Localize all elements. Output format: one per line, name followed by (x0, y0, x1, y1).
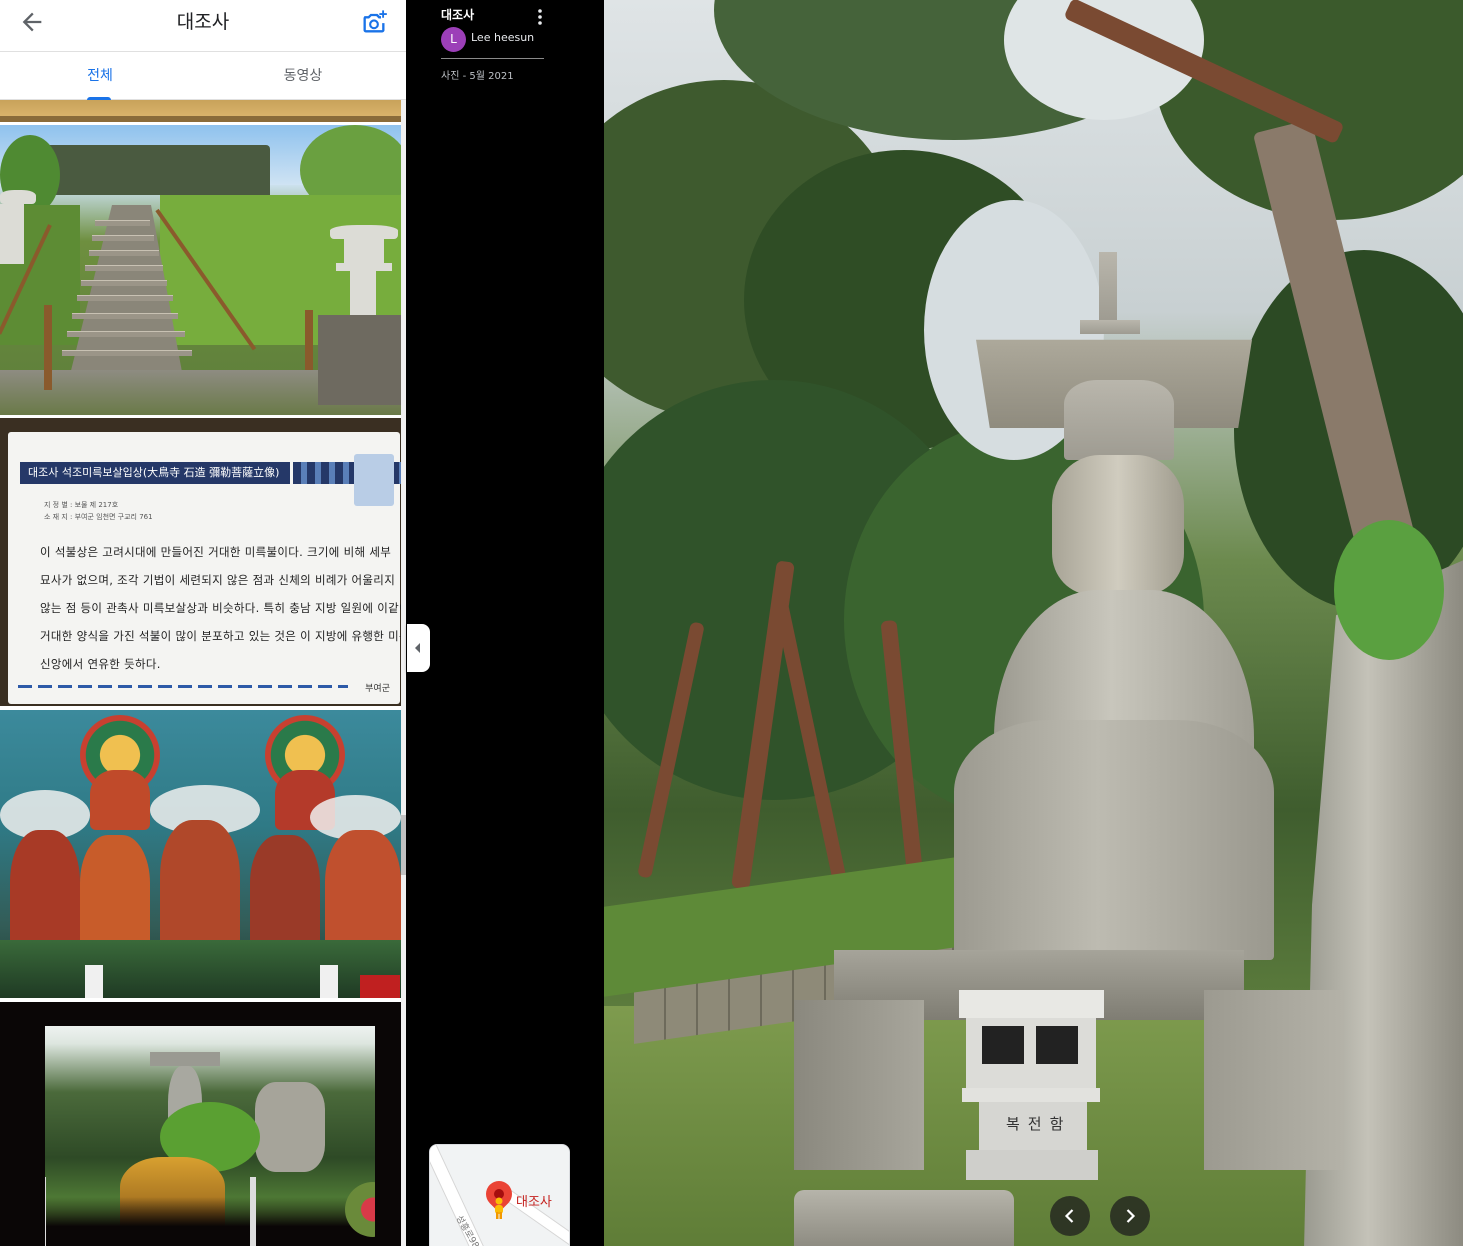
road-label: 성흥로98 (453, 1214, 481, 1246)
tab-all[interactable]: 전체 (0, 52, 200, 100)
sign-text-line: 거대한 양식을 가진 석불이 많이 분포하고 있는 것은 이 지방에 유행한 미… (40, 629, 401, 643)
tab-videos[interactable]: 동영상 (203, 52, 403, 100)
add-photo-icon[interactable] (360, 8, 388, 36)
gallery-tabs: 전체 동영상 (0, 52, 406, 100)
caret-left-icon (415, 643, 420, 653)
photo-date: 사진 - 5월 2021 (441, 71, 514, 82)
sign-text-line: 않는 점 등이 관촉사 미륵보살상과 비슷하다. 특히 충남 지방 일원에 이같… (40, 601, 401, 615)
more-options-icon[interactable] (532, 7, 548, 27)
sign-logo: 부여군 (365, 684, 390, 694)
app-root: 대조사 전체 동영상 대조사 석조미륵보살입상(大鳥寺 石造 彌勒菩薩立像) 지… (0, 0, 1463, 1246)
chevron-left-icon (1064, 1209, 1074, 1223)
info-divider (441, 58, 544, 59)
gallery-title: 대조사 (176, 11, 230, 33)
photo-thumbnail[interactable]: 대조사 석조미륵보살입상(大鳥寺 石造 彌勒菩薩立像) 지 정 별 : 보물 제… (0, 418, 401, 706)
author-avatar[interactable]: L (441, 27, 466, 52)
photo-thumbnail[interactable] (0, 1002, 401, 1246)
gallery-scrollbar[interactable] (401, 100, 406, 1246)
pegman-icon (495, 1197, 503, 1219)
sign-meta: 지 정 별 : 보물 제 217호 (44, 501, 119, 509)
next-photo-button[interactable] (1110, 1196, 1150, 1236)
sign-text-line: 묘사가 없으며, 조각 기법이 세련되지 않은 점과 신체의 비례가 어울리지 (40, 573, 396, 587)
minimap-place-label: 대조사 (516, 1195, 552, 1210)
offering-box-label: 복전함 (1006, 1115, 1072, 1133)
gallery-scrollbar-thumb[interactable] (401, 815, 406, 875)
collapse-panel-button[interactable] (407, 624, 430, 672)
chevron-right-icon (1126, 1209, 1136, 1223)
photo-thumbnail[interactable] (0, 125, 401, 415)
sign-meta: 소 재 지 : 부여군 임천면 구교리 761 (44, 513, 153, 521)
photo-gallery-panel: 대조사 전체 동영상 대조사 석조미륵보살입상(大鳥寺 石造 彌勒菩薩立像) 지… (0, 0, 406, 1246)
main-photo[interactable] (604, 0, 1463, 1246)
sign-text-line: 신앙에서 연유한 듯하다. (40, 657, 161, 671)
author-name[interactable]: Lee heesun (471, 31, 534, 44)
photo-thumbnail[interactable] (0, 710, 401, 998)
gallery-header: 대조사 (0, 0, 406, 52)
minimap[interactable]: 성흥로98 대조사 (429, 1144, 570, 1246)
previous-photo-button[interactable] (1050, 1196, 1090, 1236)
sign-heading: 대조사 석조미륵보살입상(大鳥寺 石造 彌勒菩薩立像) (20, 462, 290, 484)
sign-text-line: 이 석불상은 고려시대에 만들어진 거대한 미륵불이다. 크기에 비해 세부 (40, 545, 392, 559)
photo-thumbnail[interactable] (0, 100, 401, 122)
photo-place-title[interactable]: 대조사 (441, 6, 474, 23)
info-sign: 대조사 석조미륵보살입상(大鳥寺 石造 彌勒菩薩立像) 지 정 별 : 보물 제… (8, 432, 401, 704)
